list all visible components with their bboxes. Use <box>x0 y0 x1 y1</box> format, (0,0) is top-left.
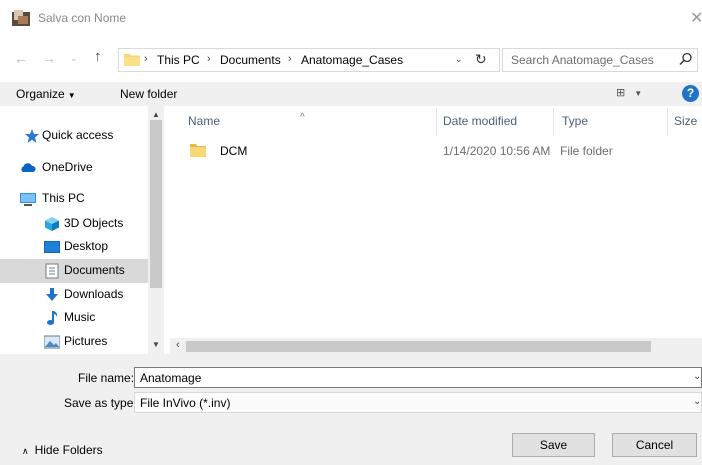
window-title: Salva con Nome <box>38 11 127 25</box>
new-folder-button[interactable]: New folder <box>120 87 177 101</box>
title-bar: Salva con Nome ✕ <box>0 0 702 36</box>
search-placeholder: Search Anatomage_Cases <box>511 53 654 67</box>
address-dropdown-icon[interactable]: ⌄ <box>455 54 463 65</box>
file-name-value: Anatomage <box>140 371 202 385</box>
folder-icon <box>124 54 140 66</box>
recent-locations-chevron-icon[interactable]: ⌄ <box>70 53 78 64</box>
breadcrumb-documents[interactable]: Documents <box>220 53 281 67</box>
star-icon <box>25 129 39 143</box>
sidebar-item-label: Quick access <box>42 128 114 142</box>
organize-menu-button[interactable]: Organize ▼ <box>16 87 76 101</box>
sidebar-item-label: Documents <box>64 263 125 277</box>
forward-arrow-icon[interactable]: → <box>42 50 56 66</box>
scrollbar-thumb[interactable] <box>150 120 162 288</box>
sidebar-item-label: This PC <box>42 191 85 205</box>
breadcrumb-separator[interactable]: › <box>144 53 148 65</box>
save-as-type-select[interactable]: File InVivo (*.inv) ⌄ <box>134 392 702 413</box>
scroll-up-icon[interactable]: ▲ <box>152 110 160 119</box>
breadcrumb-anatomage-cases[interactable]: Anatomage_Cases <box>301 53 403 67</box>
caret-down-icon: ▼ <box>67 91 76 100</box>
sidebar-item-label: Downloads <box>64 287 124 301</box>
table-row[interactable]: DCM 1/14/2020 10:56 AM File folder <box>184 140 702 162</box>
file-list-pane: Name ^ Date modified Type Size DCM 1/14/2… <box>170 106 702 354</box>
close-icon[interactable]: ✕ <box>690 8 702 28</box>
chevron-down-icon[interactable]: ⌄ <box>693 371 701 382</box>
file-name-field[interactable]: Anatomage ⌄ <box>134 367 702 388</box>
sort-ascending-icon: ^ <box>300 112 305 123</box>
breadcrumb-this-pc[interactable]: This PC <box>157 53 200 67</box>
file-name-label: File name: <box>78 371 135 385</box>
refresh-icon[interactable]: ↻ <box>475 51 487 68</box>
document-icon <box>45 263 59 279</box>
column-header-name[interactable]: Name ^ <box>188 112 305 128</box>
save-as-type-label: Save as type: <box>64 396 137 410</box>
column-header-label: Name <box>188 114 221 128</box>
chevron-down-icon[interactable]: ⌄ <box>693 396 701 407</box>
cube-icon <box>45 217 59 231</box>
folder-icon <box>190 144 206 157</box>
file-name: DCM <box>220 144 248 158</box>
computer-icon <box>20 193 36 206</box>
sidebar-item-label: Music <box>64 310 96 324</box>
column-header-type[interactable]: Type <box>562 114 588 128</box>
sidebar-item-downloads[interactable]: Downloads <box>0 283 148 307</box>
sidebar-item-music[interactable]: Music <box>0 306 148 330</box>
column-header-date-modified[interactable]: Date modified <box>443 114 517 128</box>
column-header-size[interactable]: Size <box>674 114 697 128</box>
help-icon[interactable]: ? <box>682 85 699 102</box>
column-divider[interactable] <box>553 108 554 136</box>
address-bar[interactable]: › This PC › Documents › Anatomage_Cases … <box>118 48 500 72</box>
organize-label: Organize <box>16 87 65 101</box>
sidebar-item-quick-access[interactable]: Quick access <box>0 124 148 148</box>
save-button[interactable]: Save <box>512 433 595 457</box>
sidebar-item-label: OneDrive <box>42 160 93 174</box>
music-icon <box>47 311 58 325</box>
column-divider[interactable] <box>436 108 437 136</box>
sidebar-item-this-pc[interactable]: This PC <box>0 187 148 211</box>
up-arrow-icon[interactable]: ↑ <box>94 48 102 65</box>
navigation-bar: ← → ⌄ ↑ › This PC › Documents › Anatomag… <box>0 36 702 82</box>
scrollbar-thumb[interactable] <box>186 341 651 352</box>
view-details-icon: ⊞ <box>616 87 626 99</box>
column-divider[interactable] <box>667 108 668 136</box>
save-as-type-value: File InVivo (*.inv) <box>140 396 231 410</box>
sidebar-item-desktop[interactable]: Desktop <box>0 235 148 259</box>
search-icon[interactable] <box>679 52 693 66</box>
search-input[interactable]: Search Anatomage_Cases <box>502 48 698 72</box>
caret-up-icon: ∧ <box>22 446 29 456</box>
breadcrumb-separator[interactable]: › <box>288 53 292 65</box>
caret-down-icon: ▼ <box>634 89 643 98</box>
back-arrow-icon[interactable]: ← <box>14 50 28 66</box>
file-date-modified: 1/14/2020 10:56 AM <box>443 144 551 158</box>
scroll-down-icon[interactable]: ▼ <box>152 340 160 349</box>
hide-folders-label: Hide Folders <box>34 443 103 457</box>
hide-folders-button[interactable]: ∧ Hide Folders <box>22 443 103 457</box>
desktop-icon <box>44 241 60 253</box>
breadcrumb-separator[interactable]: › <box>207 53 211 65</box>
sidebar-item-label: Desktop <box>64 239 109 253</box>
sidebar-scrollbar[interactable]: ▲ ▼ <box>148 106 164 354</box>
sidebar-item-documents[interactable]: Documents <box>0 259 148 283</box>
sidebar-item-pictures[interactable]: Pictures <box>0 330 148 354</box>
cloud-icon <box>21 163 36 172</box>
sidebar-item-label: 3D Objects <box>64 216 124 230</box>
save-form-area: File name: Anatomage ⌄ Save as type: Fil… <box>0 354 702 465</box>
command-toolbar: Organize ▼ New folder ⊞ ▼ ? <box>0 82 702 106</box>
pictures-icon <box>44 335 60 349</box>
app-icon <box>12 10 30 26</box>
sidebar-item-3d-objects[interactable]: 3D Objects <box>0 212 148 236</box>
download-icon <box>46 288 58 301</box>
navigation-pane: Quick access OneDrive This PC 3D Objects… <box>0 106 164 354</box>
sidebar-item-label: Pictures <box>64 334 108 348</box>
cancel-button[interactable]: Cancel <box>612 433 697 457</box>
change-view-button[interactable]: ⊞ ▼ <box>616 86 642 99</box>
file-type: File folder <box>560 144 613 158</box>
scroll-left-icon[interactable]: ‹ <box>176 339 180 351</box>
sidebar-item-onedrive[interactable]: OneDrive <box>0 156 148 180</box>
file-list-horizontal-scrollbar[interactable]: ‹ <box>170 338 702 354</box>
